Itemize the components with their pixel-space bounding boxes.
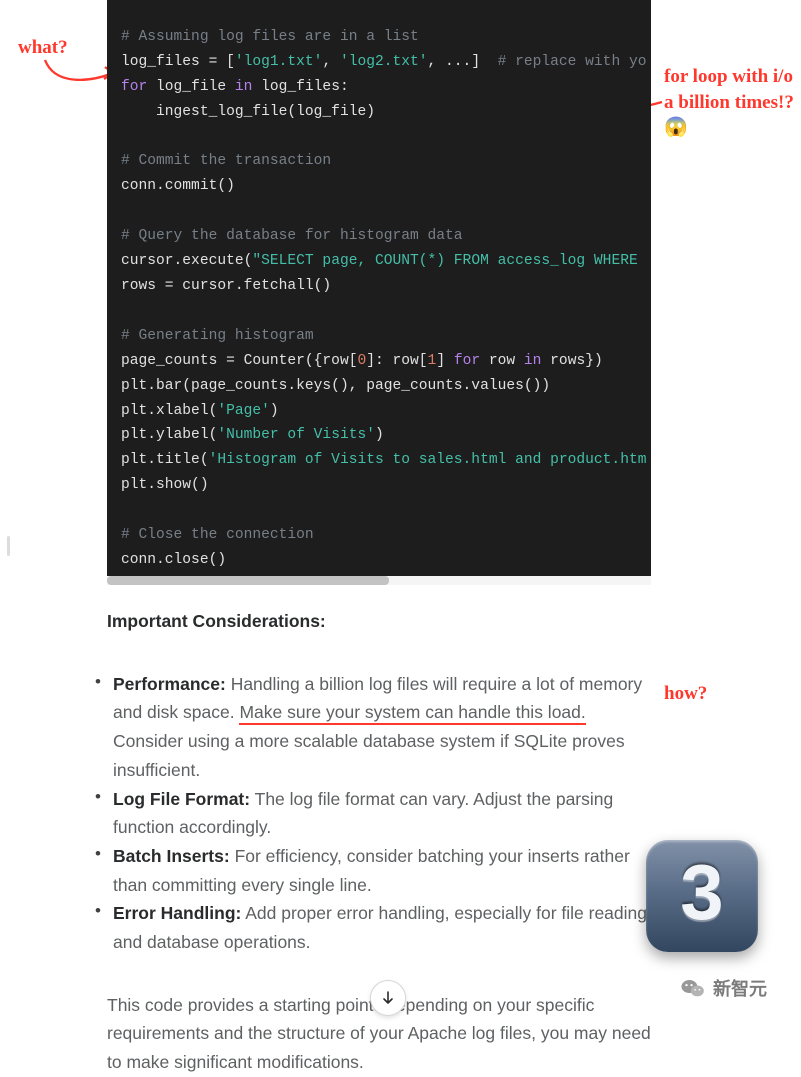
considerations-item: Batch Inserts: For efficiency, consider …: [107, 842, 651, 899]
step-badge-label: 3: [680, 847, 723, 938]
scrollbar-thumb[interactable]: [107, 576, 389, 585]
code-horizontal-scrollbar[interactable]: [107, 576, 651, 585]
code-content: # Assuming log files are in a list log_f…: [107, 0, 651, 573]
underlined-phrase: Make sure your system can handle this lo…: [239, 702, 585, 725]
code-block: # Assuming log files are in a list log_f…: [107, 0, 651, 585]
step-badge: 3: [646, 840, 758, 952]
annotation-what: what?: [18, 35, 68, 61]
item-label: Performance:: [113, 674, 226, 694]
item-label: Error Handling:: [113, 903, 241, 923]
considerations-item: Log File Format: The log file format can…: [107, 785, 651, 842]
item-label: Batch Inserts:: [113, 846, 230, 866]
considerations-list: Performance: Handling a billion log file…: [107, 670, 651, 957]
scroll-down-button[interactable]: [370, 980, 406, 1016]
annotation-how: how?: [664, 681, 707, 707]
item-label: Log File Format:: [113, 789, 250, 809]
watermark-label: 新智元: [713, 975, 767, 1001]
considerations-item: Performance: Handling a billion log file…: [107, 670, 651, 785]
page-root: what? for loop with i/o a billion times!…: [0, 0, 801, 1023]
item-body: Consider using a more scalable database …: [113, 731, 625, 780]
watermark: 新智元: [680, 975, 767, 1001]
annotation-loop: for loop with i/o a billion times!? 😱: [664, 64, 799, 141]
considerations-heading: Important Considerations:: [107, 607, 651, 636]
arrow-down-icon: [380, 990, 396, 1006]
vertical-scroll-indicator: [7, 536, 10, 556]
wechat-icon: [680, 975, 706, 1001]
considerations-item: Error Handling: Add proper error handlin…: [107, 899, 651, 956]
